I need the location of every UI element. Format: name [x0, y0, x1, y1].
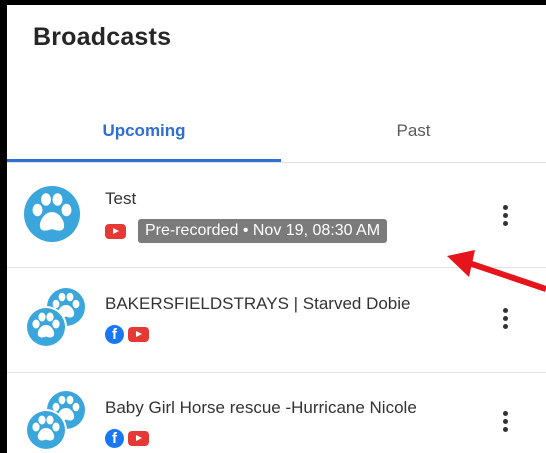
red-arrow — [447, 250, 546, 292]
broadcasts-screen: Broadcasts Upcoming Past Test Pre-record… — [7, 5, 546, 453]
